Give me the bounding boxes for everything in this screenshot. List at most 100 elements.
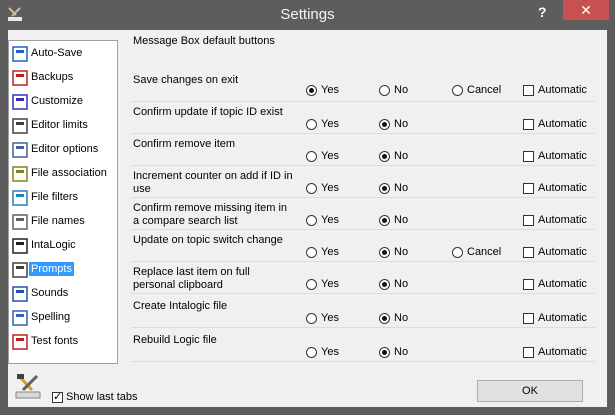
radio-yes[interactable]: Yes — [306, 312, 339, 324]
radio-label: No — [394, 214, 409, 226]
intalogic-icon — [12, 238, 28, 254]
radio-circle[interactable] — [379, 278, 390, 290]
automatic-checkbox[interactable]: Automatic — [523, 246, 587, 258]
radio-circle[interactable] — [379, 214, 390, 226]
automatic-box[interactable] — [523, 84, 534, 96]
editor-limits-icon — [12, 118, 28, 134]
radio-no[interactable]: No — [379, 84, 408, 96]
radio-circle[interactable] — [306, 246, 317, 258]
radio-circle[interactable] — [306, 182, 317, 194]
radio-cancel[interactable]: Cancel — [452, 246, 501, 258]
radio-circle[interactable] — [306, 84, 317, 96]
radio-circle[interactable] — [379, 346, 390, 358]
automatic-label: Automatic — [538, 84, 587, 96]
automatic-checkbox[interactable]: Automatic — [523, 118, 587, 130]
radio-no[interactable]: No — [379, 214, 408, 226]
group-title: Message Box default buttons — [133, 35, 275, 47]
nav-item-label: File association — [31, 167, 107, 179]
row-separator — [131, 197, 595, 198]
automatic-checkbox[interactable]: Automatic — [523, 278, 587, 290]
automatic-box[interactable] — [523, 214, 534, 226]
automatic-box[interactable] — [523, 118, 534, 130]
close-button[interactable]: ✕ — [563, 0, 609, 20]
radio-label: Cancel — [467, 84, 502, 96]
radio-no[interactable]: No — [379, 118, 408, 130]
automatic-box[interactable] — [523, 312, 534, 324]
radio-yes[interactable]: Yes — [306, 118, 339, 130]
radio-circle[interactable] — [306, 214, 317, 226]
automatic-checkbox[interactable]: Automatic — [523, 182, 587, 194]
automatic-checkbox[interactable]: Automatic — [523, 346, 587, 358]
nav-item-file-names[interactable]: File names — [9, 211, 115, 233]
radio-circle[interactable] — [379, 312, 390, 324]
nav-item-file-filters[interactable]: File filters — [9, 187, 115, 209]
radio-circle[interactable] — [379, 246, 390, 258]
customize-check-icon — [12, 94, 28, 110]
automatic-box[interactable] — [523, 246, 534, 258]
nav-item-customize[interactable]: Customize — [9, 91, 115, 113]
automatic-box[interactable] — [523, 278, 534, 290]
nav-item-test-fonts[interactable]: Test fonts — [9, 331, 115, 353]
automatic-label: Automatic — [538, 346, 587, 358]
radio-circle[interactable] — [306, 118, 317, 130]
tools-icon — [15, 374, 41, 399]
nav-item-backups[interactable]: Backups — [9, 67, 115, 89]
radio-circle[interactable] — [306, 346, 317, 358]
radio-no[interactable]: No — [379, 278, 408, 290]
prompt-row: Update on topic switch change Yes No Cancel… — [123, 232, 595, 262]
radio-yes[interactable]: Yes — [306, 278, 339, 290]
radio-circle[interactable] — [379, 150, 390, 162]
automatic-checkbox[interactable]: Automatic — [523, 312, 587, 324]
radio-no[interactable]: No — [379, 150, 408, 162]
prompts-icon — [12, 262, 28, 278]
nav-item-spelling[interactable]: Spelling — [9, 307, 115, 329]
show-last-tabs-checkbox[interactable]: Show last tabs — [52, 390, 138, 403]
radio-yes[interactable]: Yes — [306, 150, 339, 162]
nav-item-editor-options[interactable]: Editor options — [9, 139, 115, 161]
row-separator — [131, 133, 595, 134]
radio-no[interactable]: No — [379, 312, 408, 324]
automatic-box[interactable] — [523, 150, 534, 162]
automatic-label: Automatic — [538, 214, 587, 226]
settings-category-list[interactable]: Auto-Save Backups Customize Editor limits Ed… — [8, 40, 118, 364]
automatic-box[interactable] — [523, 182, 534, 194]
prompt-label: Increment counter on add if ID in use — [133, 170, 293, 195]
file-association-icon — [12, 166, 28, 182]
prompt-row: Confirm update if topic ID exist Yes No Aut… — [123, 104, 595, 134]
radio-circle[interactable] — [306, 278, 317, 290]
radio-yes[interactable]: Yes — [306, 182, 339, 194]
nav-item-label: Auto-Save — [31, 47, 83, 59]
radio-circle[interactable] — [379, 182, 390, 194]
radio-yes[interactable]: Yes — [306, 84, 339, 96]
radio-no[interactable]: No — [379, 182, 408, 194]
radio-circle[interactable] — [306, 312, 317, 324]
radio-circle[interactable] — [452, 84, 463, 96]
nav-item-editor-limits[interactable]: Editor limits — [9, 115, 115, 137]
radio-circle[interactable] — [452, 246, 463, 258]
nav-item-file-association[interactable]: File association — [9, 163, 115, 185]
nav-item-sounds[interactable]: Sounds — [9, 283, 115, 305]
radio-yes[interactable]: Yes — [306, 246, 339, 258]
radio-no[interactable]: No — [379, 346, 408, 358]
help-button[interactable]: ? — [538, 4, 547, 20]
nav-item-intalogic[interactable]: IntaLogic — [9, 235, 115, 257]
radio-circle[interactable] — [306, 150, 317, 162]
radio-no[interactable]: No — [379, 246, 408, 258]
row-separator — [131, 327, 595, 328]
automatic-checkbox[interactable]: Automatic — [523, 214, 587, 226]
automatic-checkbox[interactable]: Automatic — [523, 150, 587, 162]
nav-item-prompts[interactable]: Prompts — [9, 259, 115, 281]
radio-circle[interactable] — [379, 84, 390, 96]
show-last-tabs-box[interactable] — [52, 390, 63, 403]
nav-item-auto-save[interactable]: Auto-Save — [9, 43, 115, 65]
radio-circle[interactable] — [379, 118, 390, 130]
radio-yes[interactable]: Yes — [306, 346, 339, 358]
radio-cancel[interactable]: Cancel — [452, 84, 501, 96]
nav-item-label: Editor limits — [31, 119, 88, 131]
radio-label: No — [394, 346, 409, 358]
automatic-checkbox[interactable]: Automatic — [523, 84, 587, 96]
ok-button[interactable]: OK — [477, 380, 583, 402]
prompt-label: Rebuild Logic file — [133, 334, 217, 346]
radio-yes[interactable]: Yes — [306, 214, 339, 226]
automatic-box[interactable] — [523, 346, 534, 358]
